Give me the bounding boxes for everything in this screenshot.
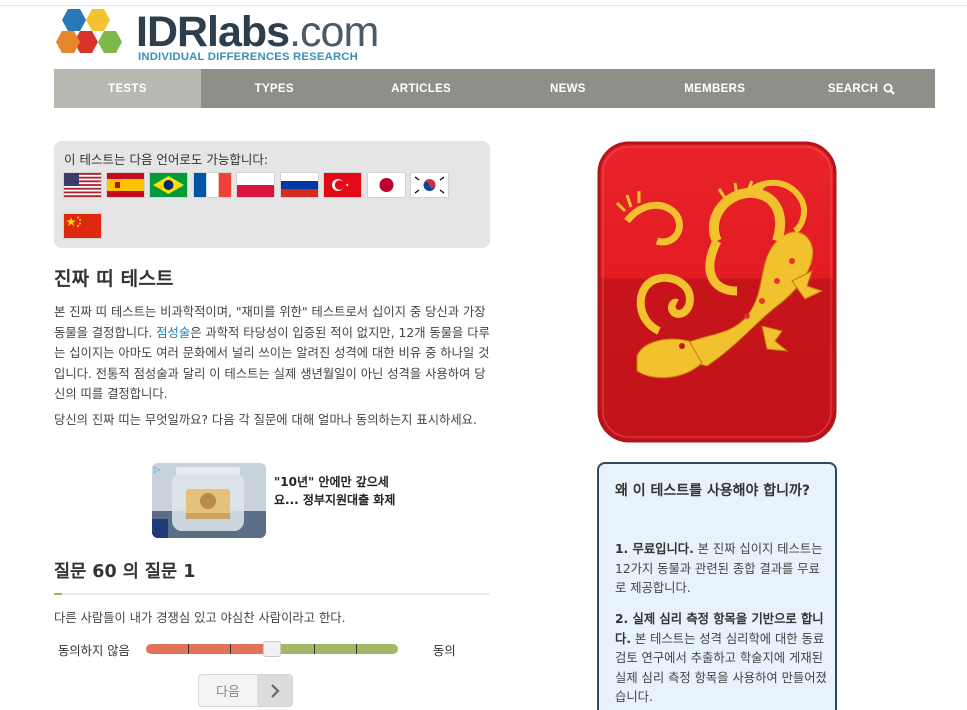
chevron-right-icon — [257, 675, 292, 706]
flag-es-icon[interactable] — [107, 173, 144, 197]
language-box: 이 테스트는 다음 언어로도 가능합니다: — [54, 141, 490, 248]
advertisement[interactable]: ▷ "10년" 안에만 갚으세요... 정부지원대출 화제 — [152, 463, 395, 538]
nav-search[interactable]: SEARCH — [788, 69, 935, 108]
search-icon — [883, 83, 895, 95]
nav-news[interactable]: NEWS — [494, 69, 641, 108]
logo-hexagons-icon — [56, 9, 122, 53]
nav-articles[interactable]: ARTICLES — [348, 69, 495, 108]
flag-pl-icon[interactable] — [237, 173, 274, 197]
logo-tagline: INDIVIDUAL DIFFERENCES RESEARCH — [138, 51, 359, 63]
flag-ru-icon[interactable] — [281, 173, 318, 197]
main-nav: TESTS TYPES ARTICLES NEWS MEMBERS SEARCH — [54, 69, 935, 108]
flag-tr-icon[interactable] — [324, 173, 361, 197]
next-button[interactable]: 다음 — [198, 674, 293, 707]
flag-jp-icon[interactable] — [368, 173, 405, 197]
flag-kr-icon[interactable] — [411, 173, 448, 197]
question-prompt: 당신의 진짜 띠는 무엇일까요? 다음 각 질문에 대해 얼마나 동의하는지 표… — [54, 413, 477, 427]
question-statement: 다른 사람들이 내가 경쟁심 있고 야심찬 사람이라고 한다. — [54, 611, 346, 625]
adchoices-icon[interactable]: ▷ — [154, 465, 160, 474]
page-title: 진짜 띠 테스트 — [54, 268, 174, 290]
zodiac-dragon-image — [597, 141, 837, 443]
intro-paragraph: 본 진짜 띠 테스트는 비과학적이며, "재미를 위한" 테스트로서 십이지 중… — [54, 305, 490, 402]
why-point-1: 1. 무료입니다. 본 진짜 십이지 테스트는 12가지 동물과 관련된 종합 … — [615, 542, 823, 595]
progress-fill — [54, 593, 62, 595]
why-box-title: 왜 이 테스트를 사용해야 합니까? — [615, 483, 811, 499]
flag-us-icon[interactable] — [64, 173, 101, 197]
top-border — [0, 5, 967, 6]
nav-members[interactable]: MEMBERS — [641, 69, 788, 108]
flag-br-icon[interactable] — [150, 173, 187, 197]
logo-wordmark: IDRlabs.com — [136, 8, 379, 56]
astrology-link[interactable]: 점성술 — [156, 326, 190, 340]
flag-cn-icon[interactable] — [64, 214, 101, 238]
ad-image: ▷ — [152, 463, 266, 538]
scale-agree-label: 동의 — [433, 644, 456, 658]
scale-disagree-label: 동의하지 않음 — [58, 644, 130, 658]
ad-headline[interactable]: "10년" 안에만 갚으세요... 정부지원대출 화제 — [274, 473, 398, 509]
why-point-2: 2. 실제 심리 측정 항목을 기반으로 합니다. 본 테스트는 성격 심리학에… — [615, 612, 827, 704]
slider-handle[interactable] — [263, 641, 281, 657]
nav-tests[interactable]: TESTS — [54, 69, 201, 108]
why-box: 왜 이 테스트를 사용해야 합니까? 1. 무료입니다. 본 진짜 십이지 테스… — [597, 462, 837, 710]
progress-bar — [54, 593, 490, 595]
language-box-title: 이 테스트는 다음 언어로도 가능합니다: — [64, 152, 269, 167]
nav-types[interactable]: TYPES — [201, 69, 348, 108]
next-button-label: 다음 — [216, 685, 240, 700]
site-logo[interactable]: IDRlabs.com INDIVIDUAL DIFFERENCES RESEA… — [54, 7, 379, 69]
flag-fr-icon[interactable] — [194, 173, 231, 197]
question-heading: 질문 60 의 질문 1 — [54, 562, 196, 582]
